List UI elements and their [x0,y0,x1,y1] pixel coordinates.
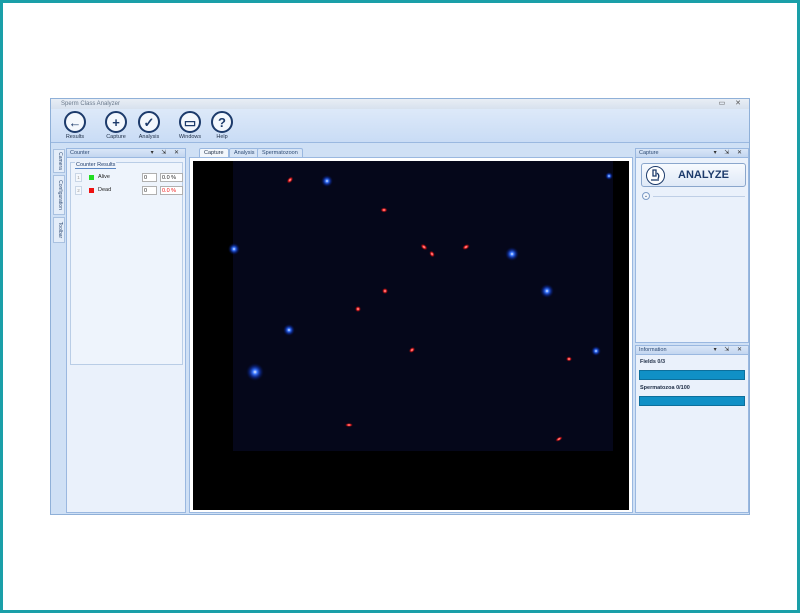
spermatozoa-label: Spermatozoa 0/100 [640,385,690,391]
alive-count-field[interactable]: 0 [142,173,157,182]
row-index: 2 [75,186,82,195]
blue-cell [321,175,333,187]
analyze-button[interactable]: ANALYZE [641,163,746,187]
tab-analysis[interactable]: Analysis [229,148,260,157]
capture-canvas-frame [189,157,633,513]
capture-panel: Capture ▾ ⇲ ✕ ANALYZE ⌄ [635,148,749,343]
counter-row-alive: 1 Alive 0 0.0 % [75,173,183,182]
analysis-button[interactable]: ✓ Analysis [131,111,167,140]
window-controls[interactable]: ▭ ✕ [719,99,745,109]
title-bar: Sperm Class Analyzer ▭ ✕ [51,99,749,109]
dead-count-field[interactable]: 0 [142,186,157,195]
capture-panel-header: Capture ▾ ⇲ ✕ [636,149,748,158]
chevron-down-icon[interactable]: ⌄ [642,192,650,200]
capture-panel-title: Capture [639,150,659,156]
results-label: Results [65,134,85,140]
counter-row-dead: 2 Dead 0 0.0 % [75,186,183,195]
alive-color-swatch [89,175,94,180]
center-view: Capture Analysis Spermatozoon [189,148,633,514]
row-index: 1 [75,173,82,182]
app-window: Sperm Class Analyzer ▭ ✕ ← Results + Cap… [50,98,750,515]
dead-color-swatch [89,188,94,193]
help-label: Help [216,134,228,140]
blue-cell [505,247,519,261]
left-side-tabs: Camera Configuration Toolbar [53,149,65,509]
tab-capture[interactable]: Capture [199,148,229,157]
fields-label: Fields 0/3 [640,359,666,365]
side-tab-camera-label: Camera [57,152,63,170]
counter-results-label: Counter Results [75,162,117,169]
capture-button[interactable]: + Capture [98,111,134,140]
red-cell [380,207,388,213]
spermatozoa-progress-bar [639,396,745,406]
help-icon: ? [211,111,233,133]
blue-cell [605,172,613,180]
side-tab-configuration-label: Configuration [57,180,63,210]
microscope-field-svg [193,161,629,510]
dead-percent-field[interactable]: 0.0 % [160,186,183,195]
side-tab-camera[interactable]: Camera [53,149,65,173]
counter-results-group: Counter Results 1 Alive 0 0.0 % 2 Dead 0… [70,162,183,365]
red-cell [345,423,353,427]
red-cell [382,288,388,294]
fields-progress-bar [639,370,745,380]
blue-cell [228,243,240,255]
red-cell [566,356,572,362]
side-tab-toolbar-label: Toolbar [57,221,63,239]
divider [653,196,745,197]
microscope-icon [646,166,665,185]
analysis-icon: ✓ [138,111,160,133]
information-panel: Information ▾ ⇲ ✕ Fields 0/3 Spermatozoa… [635,345,749,513]
counter-panel-controls[interactable]: ▾ ⇲ ✕ [151,149,182,158]
counter-panel-header: Counter ▾ ⇲ ✕ [67,149,185,158]
windows-icon: ▭ [179,111,201,133]
counter-panel-title: Counter [70,150,90,156]
blue-cell [540,284,554,298]
back-arrow-icon: ← [64,111,86,133]
results-button[interactable]: ← Results [57,111,93,140]
capture-label: Capture [106,134,126,140]
tab-spermatozoon[interactable]: Spermatozoon [257,148,303,157]
alive-percent-field[interactable]: 0.0 % [160,173,183,182]
blue-cell [283,324,295,336]
image-field-area [233,161,613,451]
blue-cell [246,363,264,381]
ribbon: ← Results + Capture ✓ Analysis ▭ Windows… [51,109,749,143]
analysis-label: Analysis [138,134,160,140]
blue-cell [591,346,601,356]
capture-panel-controls[interactable]: ▾ ⇲ ✕ [714,149,745,158]
information-panel-header: Information ▾ ⇲ ✕ [636,346,748,355]
information-panel-title: Information [639,347,667,353]
help-button[interactable]: ? Help [204,111,240,140]
windows-button[interactable]: ▭ Windows [172,111,208,140]
capture-icon: + [105,111,127,133]
side-tab-configuration[interactable]: Configuration [53,175,65,215]
analyze-label: ANALYZE [678,169,729,181]
counter-panel: Counter ▾ ⇲ ✕ Counter Results 1 Alive 0 … [66,148,186,513]
information-panel-controls[interactable]: ▾ ⇲ ✕ [714,346,745,355]
red-cell [355,306,361,312]
alive-label: Alive [98,174,110,180]
window-title: Sperm Class Analyzer [61,101,121,107]
microscope-image[interactable] [193,161,629,510]
side-tab-toolbar[interactable]: Toolbar [53,217,65,243]
windows-label: Windows [178,134,202,140]
dead-label: Dead [98,187,112,193]
